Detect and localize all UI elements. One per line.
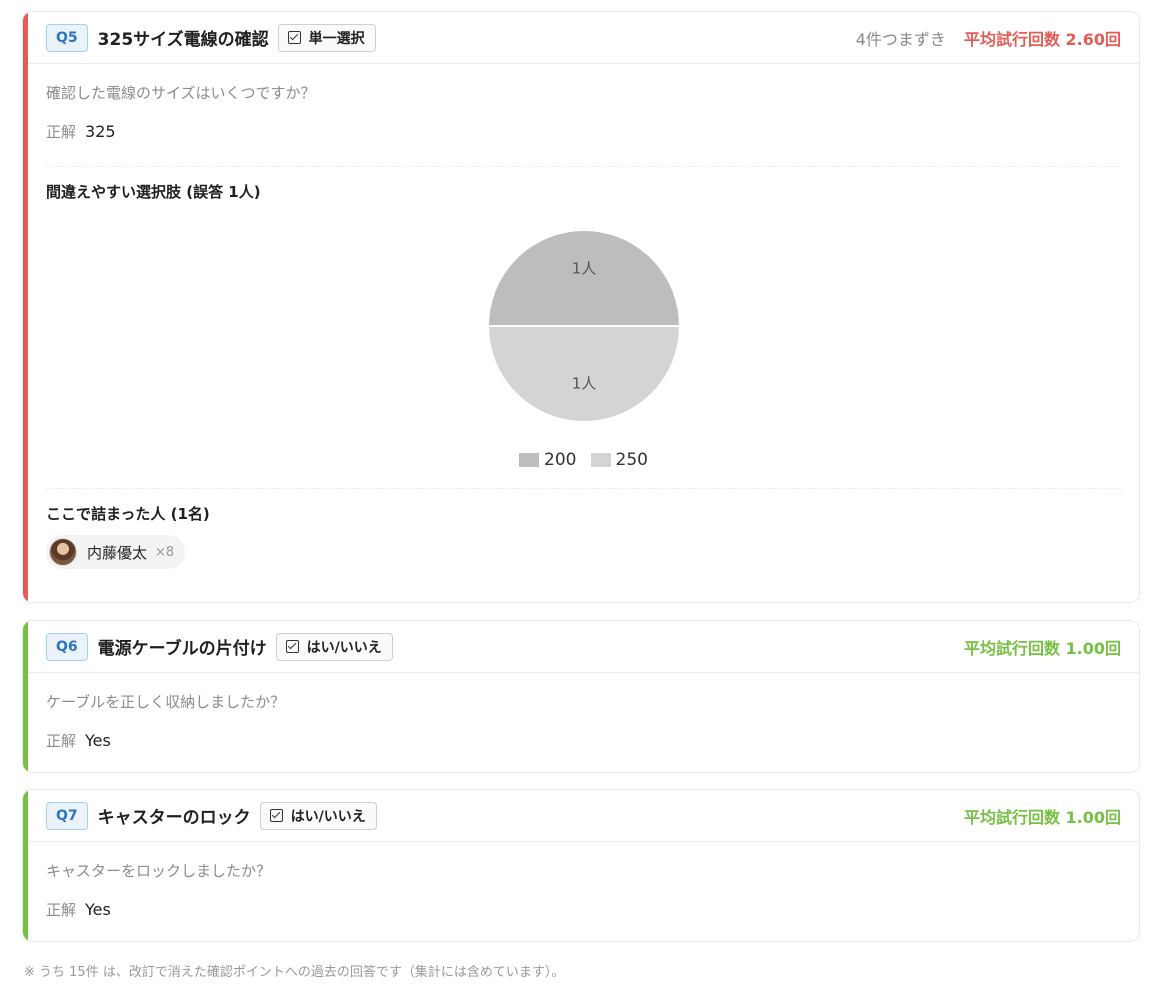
- average-attempts: 平均試行回数 1.00回: [963, 807, 1121, 827]
- correct-answer: 正解 325: [46, 121, 1121, 142]
- pie-slice-label: 1人: [572, 375, 597, 393]
- question-body: ケーブルを正しく収納しましたか？ 正解 Yes: [23, 691, 1139, 751]
- question-stats: 平均試行回数 1.00回: [964, 635, 1121, 659]
- checkbox-icon: [287, 31, 301, 44]
- question-header: Q7 キャスターのロック はい/いいえ 平均試行回数 1.00回: [23, 790, 1139, 842]
- question-type-label: はい/いいえ: [290, 808, 366, 825]
- question-stats: 平均試行回数 1.00回: [964, 804, 1121, 828]
- answer-value: Yes: [85, 900, 111, 919]
- question-stats: 4件つまずき 平均試行回数 2.60回: [856, 26, 1121, 50]
- section-divider: [46, 488, 1121, 489]
- question-text: 確認した電線のサイズはいくつですか？: [46, 84, 316, 102]
- question-number-badge: Q6: [46, 632, 88, 661]
- question-card-q5: Q5 325サイズ電線の確認 単一選択 4件つまずき 平均試行回数 2.60回 …: [22, 11, 1140, 603]
- avatar: [49, 538, 77, 566]
- average-attempts: 平均試行回数 1.00回: [963, 638, 1121, 658]
- legend-item-200[interactable]: 200: [519, 450, 577, 470]
- checkbox-icon: [285, 640, 299, 653]
- answer-label: 正解: [46, 123, 77, 141]
- question-text: キャスターをロックしましたか？: [46, 862, 272, 880]
- chart-legend: 200 250: [46, 450, 1121, 470]
- pie-slice-label: 1人: [572, 259, 597, 277]
- question-header: Q5 325サイズ電線の確認 単一選択 4件つまずき 平均試行回数 2.60回: [23, 12, 1139, 64]
- question-type-label: 単一選択: [308, 30, 365, 47]
- pie-chart: 1人 1人: [486, 229, 682, 423]
- legend-swatch: [519, 453, 540, 467]
- legend-item-250[interactable]: 250: [590, 450, 648, 470]
- answer-label: 正解: [46, 901, 77, 919]
- question-body: 確認した電線のサイズはいくつですか？ 正解 325 間違えやすい選択肢 (誤答 …: [23, 82, 1139, 570]
- question-type-badge: はい/いいえ: [259, 801, 377, 830]
- legend-swatch: [590, 453, 611, 467]
- answer-label: 正解: [46, 732, 77, 750]
- stuck-title: ここで詰まった人 (1名): [46, 505, 210, 523]
- mistakes-chart: 1人 1人 200 250: [46, 202, 1121, 482]
- mistakes-title: 間違えやすい選択肢 (誤答 1人): [46, 183, 261, 201]
- person-attempt-count: ×8: [155, 544, 175, 560]
- pie-slice-200: [486, 229, 682, 327]
- question-type-label: はい/いいえ: [306, 639, 382, 656]
- answer-value: 325: [85, 122, 116, 141]
- legend-label: 250: [615, 450, 648, 470]
- question-body: キャスターをロックしましたか？ 正解 Yes: [23, 860, 1139, 920]
- person-name: 内藤優太: [87, 543, 148, 562]
- stuck-person-chip[interactable]: 内藤優太 ×8: [46, 535, 186, 569]
- question-number-badge: Q5: [46, 23, 88, 52]
- question-card-q7: Q7 キャスターのロック はい/いいえ 平均試行回数 1.00回 キャスターをロ…: [22, 789, 1140, 942]
- legend-label: 200: [544, 450, 577, 470]
- average-attempts: 平均試行回数 2.60回: [963, 29, 1121, 49]
- question-title: 325サイズ電線の確認: [97, 30, 269, 50]
- footnote: ※ うち 15件 は、改訂で消えた確認ポイントへの過去の回答です（集計には含めて…: [24, 965, 565, 980]
- correct-answer: 正解 Yes: [46, 730, 1121, 751]
- question-card-q6: Q6 電源ケーブルの片付け はい/いいえ 平均試行回数 1.00回 ケーブルを正…: [22, 620, 1140, 773]
- question-type-badge: はい/いいえ: [275, 632, 393, 661]
- question-text: ケーブルを正しく収納しましたか？: [46, 693, 286, 711]
- answer-value: Yes: [85, 731, 111, 750]
- stumble-count: 4件つまずき: [855, 29, 946, 49]
- question-type-badge: 単一選択: [277, 23, 376, 52]
- checkbox-icon: [269, 809, 283, 822]
- question-title: 電源ケーブルの片付け: [97, 639, 267, 659]
- section-divider: [46, 166, 1121, 167]
- question-number-badge: Q7: [46, 801, 88, 830]
- question-title: キャスターのロック: [97, 808, 251, 828]
- question-header: Q6 電源ケーブルの片付け はい/いいえ 平均試行回数 1.00回: [23, 621, 1139, 673]
- correct-answer: 正解 Yes: [46, 899, 1121, 920]
